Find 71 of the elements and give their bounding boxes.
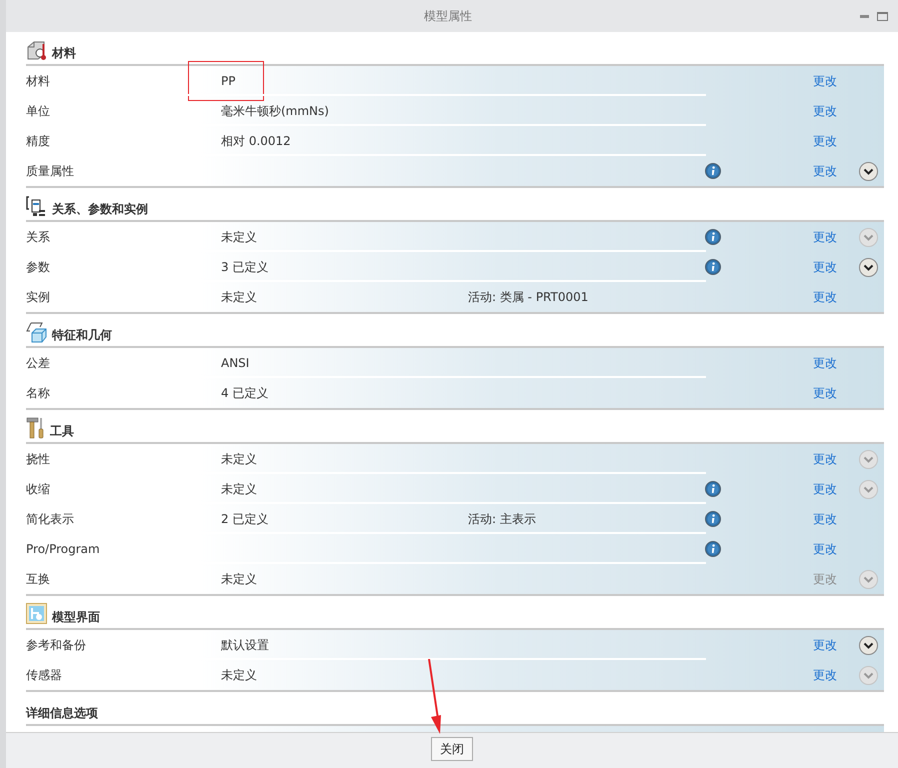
- section-title: 关系、参数和实例: [52, 201, 148, 217]
- change-link[interactable]: 更改: [813, 510, 837, 528]
- relations-icon: [26, 195, 48, 217]
- property-label: 关系: [26, 229, 51, 246]
- property-label: 收缩: [26, 481, 51, 498]
- property-value: 毫米牛顿秒(mmNs): [221, 104, 329, 118]
- info-icon[interactable]: [705, 259, 721, 275]
- property-label: 挠性: [26, 451, 51, 468]
- expand-icon[interactable]: [859, 258, 878, 276]
- property-value: 3 已定义: [221, 260, 268, 274]
- change-link[interactable]: 更改: [813, 354, 837, 372]
- minimize-icon[interactable]: [860, 14, 869, 18]
- change-link[interactable]: 更改: [813, 132, 837, 150]
- info-icon[interactable]: [705, 481, 721, 497]
- property-value: 未定义: [221, 452, 257, 466]
- property-label: 单位: [26, 103, 51, 120]
- material-icon: [26, 39, 48, 61]
- info-icon[interactable]: [705, 511, 721, 527]
- property-note: 活动: 主表示: [468, 512, 536, 526]
- property-label: 简化表示: [26, 511, 75, 528]
- section-title: 工具: [50, 423, 74, 439]
- section-title: 特征和几何: [52, 327, 112, 343]
- cube-icon: [26, 321, 48, 343]
- close-button[interactable]: 关闭: [431, 737, 473, 761]
- change-link[interactable]: 更改: [813, 288, 837, 306]
- tools-icon: [26, 417, 46, 439]
- section-title: 材料: [52, 45, 76, 61]
- property-label: 精度: [26, 133, 51, 150]
- change-link[interactable]: 更改: [813, 450, 837, 468]
- property-value: 未定义: [221, 668, 257, 682]
- property-label: 质量属性: [26, 163, 75, 180]
- property-value: PP: [189, 62, 264, 100]
- info-icon[interactable]: [705, 229, 721, 245]
- property-label: 材料: [26, 73, 51, 90]
- expand-icon[interactable]: [859, 636, 878, 654]
- info-icon[interactable]: [705, 163, 721, 179]
- property-label: 互换: [26, 571, 51, 588]
- section-title: 详细信息选项: [26, 705, 98, 721]
- property-value: 默认设置: [221, 638, 269, 652]
- window-title: 模型属性: [423, 8, 473, 25]
- property-label: 公差: [26, 355, 51, 372]
- section-title: 模型界面: [52, 609, 100, 625]
- property-label: 参考和备份: [26, 637, 87, 654]
- property-value: 4 已定义: [221, 386, 268, 400]
- change-link[interactable]: 更改: [813, 666, 837, 684]
- property-note: 活动: 类属 - PRT0001: [468, 290, 588, 304]
- property-value: 未定义: [221, 482, 257, 496]
- property-value: 未定义: [221, 572, 257, 586]
- interface-icon: [26, 603, 48, 625]
- property-value: 未定义: [221, 290, 257, 304]
- property-value: 2 已定义: [221, 512, 268, 526]
- property-value: 相对 0.0012: [221, 134, 291, 148]
- change-link[interactable]: 更改: [813, 102, 837, 120]
- change-link[interactable]: 更改: [813, 540, 837, 558]
- change-link[interactable]: 更改: [813, 480, 837, 498]
- property-label: 传感器: [26, 667, 63, 684]
- info-icon[interactable]: [705, 541, 721, 557]
- change-link[interactable]: 更改: [813, 258, 837, 276]
- property-label: 实例: [26, 289, 51, 306]
- expand-icon[interactable]: [859, 162, 878, 180]
- change-link[interactable]: 更改: [813, 228, 837, 246]
- change-link[interactable]: 更改: [813, 162, 837, 180]
- property-label: 名称: [26, 385, 51, 402]
- change-link[interactable]: 更改: [813, 636, 837, 654]
- maximize-icon[interactable]: [877, 12, 888, 20]
- change-link[interactable]: 更改: [813, 72, 837, 90]
- property-label: Pro/Program: [26, 541, 101, 558]
- property-value: 未定义: [221, 230, 257, 244]
- change-link[interactable]: 更改: [813, 384, 837, 402]
- property-value: ANSI: [221, 356, 250, 370]
- property-label: 参数: [26, 259, 51, 276]
